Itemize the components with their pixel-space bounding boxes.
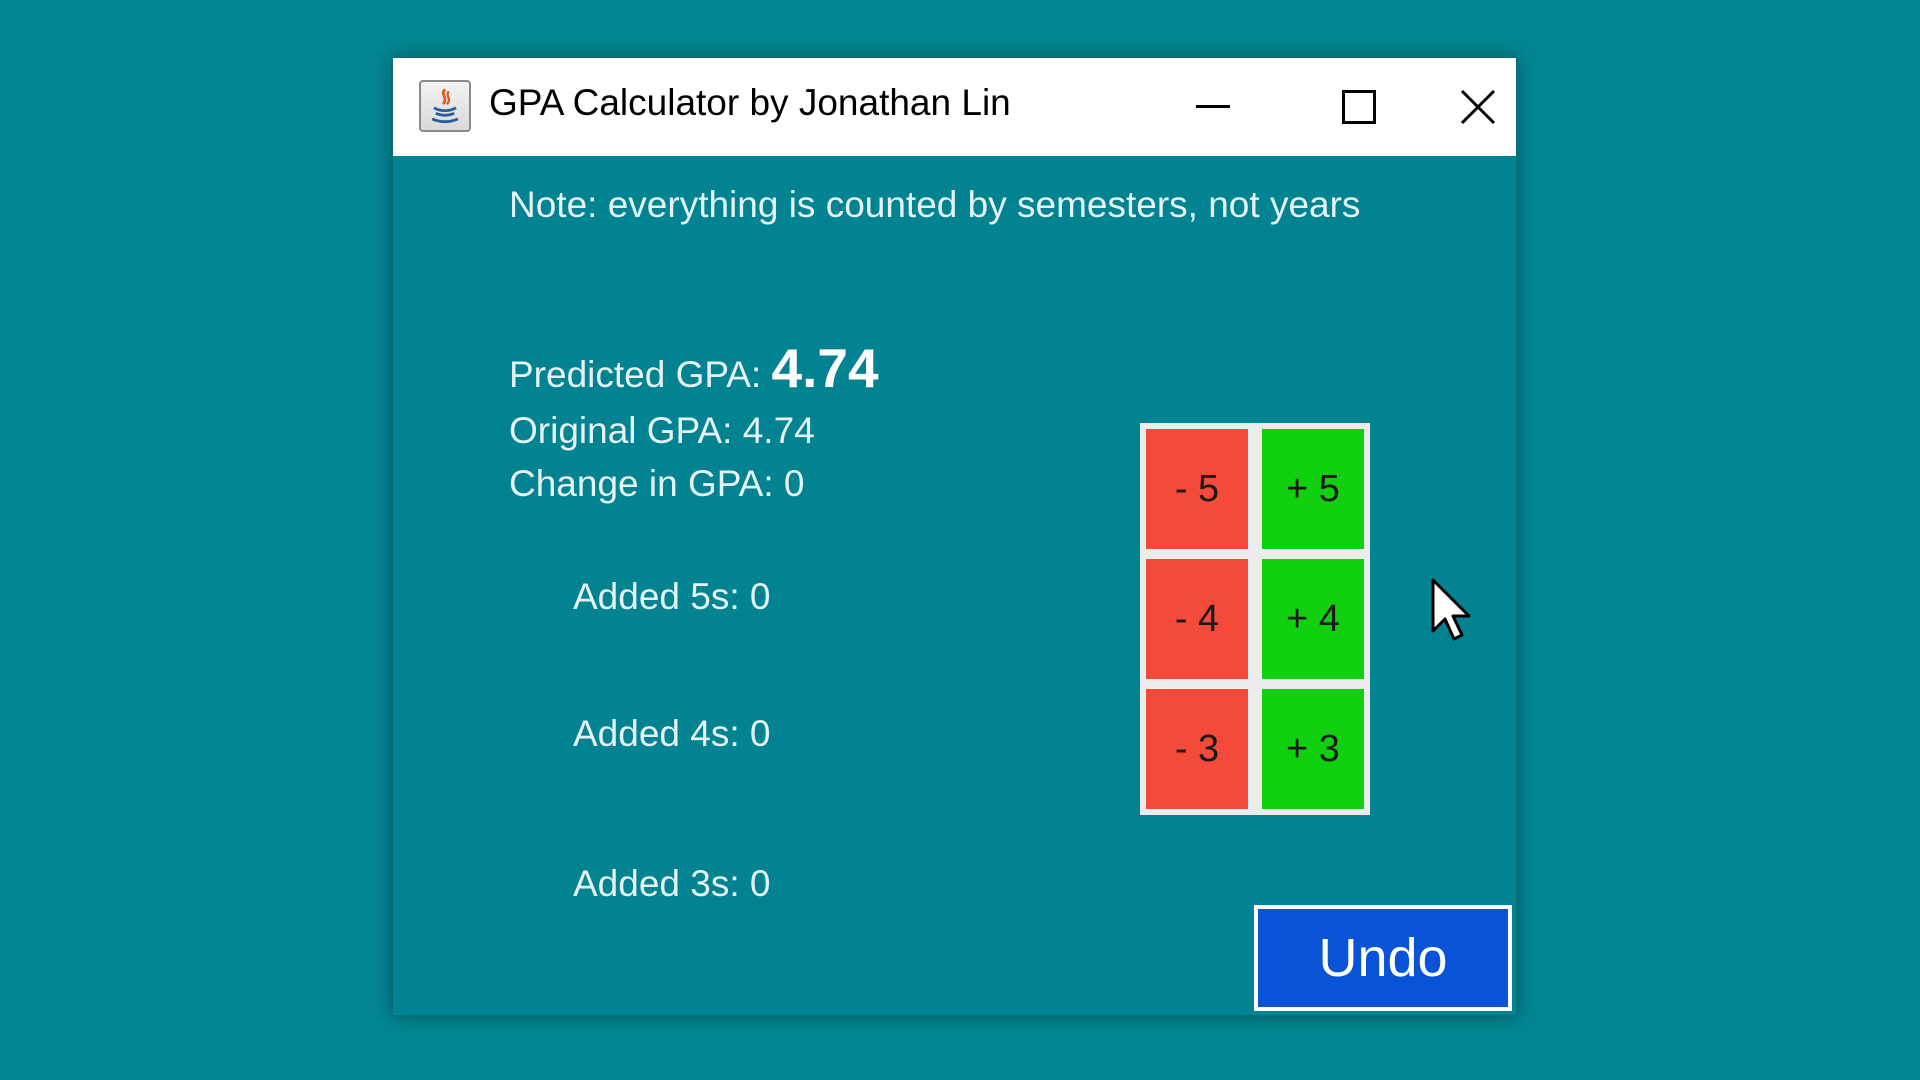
minus-4-button[interactable]: - 4 xyxy=(1146,559,1248,679)
minimize-button[interactable] xyxy=(1143,58,1283,156)
plus-4-button[interactable]: + 4 xyxy=(1262,559,1364,679)
maximize-icon xyxy=(1342,90,1376,124)
added-threes: Added 3s: 0 xyxy=(573,863,771,904)
added-fives: Added 5s: 0 xyxy=(573,576,771,617)
close-button[interactable] xyxy=(1439,58,1516,156)
plus-3-button[interactable]: + 3 xyxy=(1262,689,1364,809)
desktop: GPA Calculator by Jonathan Lin Note: eve… xyxy=(0,0,1920,1080)
minus-3-button[interactable]: - 3 xyxy=(1146,689,1248,809)
original-gpa: Original GPA: 4.74 xyxy=(509,410,815,451)
window-title: GPA Calculator by Jonathan Lin xyxy=(489,82,1011,123)
predicted-gpa-value: 4.74 xyxy=(771,337,879,399)
note-text: Note: everything is counted by semesters… xyxy=(509,184,1361,225)
undo-button[interactable]: Undo xyxy=(1254,905,1512,1011)
minus-5-button[interactable]: - 5 xyxy=(1146,429,1248,549)
app-window: GPA Calculator by Jonathan Lin Note: eve… xyxy=(392,57,1517,1016)
close-icon xyxy=(1460,89,1495,125)
predicted-gpa: Predicted GPA: 4.74 xyxy=(509,336,879,400)
undo-button-label: Undo xyxy=(1258,909,1508,1007)
change-in-gpa: Change in GPA: 0 xyxy=(509,463,805,504)
title-bar[interactable]: GPA Calculator by Jonathan Lin xyxy=(393,58,1516,156)
java-app-icon xyxy=(419,80,471,132)
added-fours: Added 4s: 0 xyxy=(573,713,771,754)
maximize-button[interactable] xyxy=(1289,58,1429,156)
minimize-icon xyxy=(1196,105,1230,108)
grade-button-grid: - 5 + 5 - 4 + 4 - 3 + 3 xyxy=(1140,423,1370,815)
plus-5-button[interactable]: + 5 xyxy=(1262,429,1364,549)
mouse-cursor-icon xyxy=(1431,578,1471,641)
predicted-gpa-label: Predicted GPA: xyxy=(509,354,772,395)
